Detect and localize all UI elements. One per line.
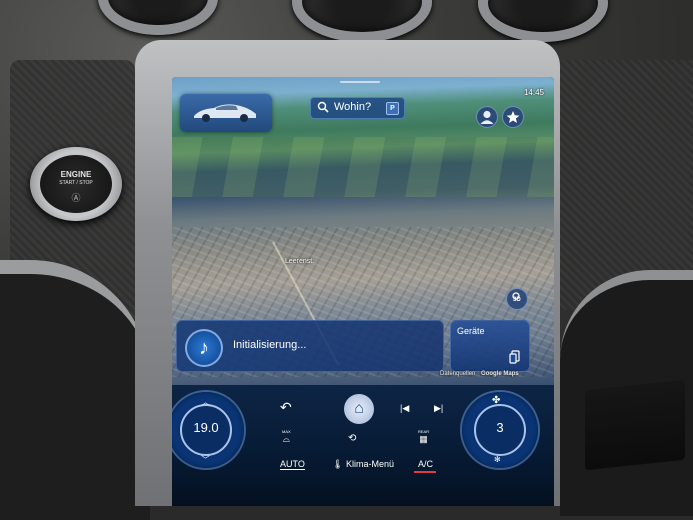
fan-low-icon: ✻ <box>494 455 501 464</box>
rear-defrost-button[interactable]: REAR ▦ <box>418 429 429 445</box>
parking-icon[interactable]: P <box>386 102 399 115</box>
map-attribution: Datenquellen Google Maps <box>440 371 519 377</box>
data-sources-label: Datenquellen <box>440 371 476 377</box>
devices-widget[interactable]: Geräte <box>450 320 530 372</box>
3d-view-button[interactable]: 3D <box>506 288 528 310</box>
favorites-star-icon <box>506 111 520 123</box>
music-note-icon: ♪ <box>185 329 223 367</box>
air-vent-left <box>98 0 218 35</box>
ac-active-indicator <box>414 471 436 473</box>
device-icon <box>509 350 520 364</box>
climate-menu-button[interactable]: 🌡 Klima-Menü <box>332 459 394 470</box>
start-stop-label: START / STOP <box>59 180 93 186</box>
engine-button-face[interactable]: ENGINE START / STOP Ⓐ <box>40 155 112 213</box>
auto-start-stop-icon: Ⓐ <box>71 193 81 203</box>
front-defrost-button[interactable]: MAX ⌓ <box>282 429 291 445</box>
clock: 14:45 <box>523 88 544 97</box>
map-fields <box>172 137 554 197</box>
temperature-dial[interactable]: ︿ 19.0 ﹀ <box>172 392 244 468</box>
profile-icon <box>480 110 494 124</box>
ac-button[interactable]: A/C <box>418 459 433 469</box>
infotainment-screen: Leerenst. 14:45 Wohin? P 3D ♪ Initialisi… <box>172 77 554 506</box>
back-icon[interactable]: ↶ <box>280 399 292 416</box>
chevron-down-icon[interactable]: ﹀ <box>201 453 210 466</box>
vehicle-status-tile[interactable] <box>180 94 272 132</box>
engine-label: ENGINE <box>60 170 92 179</box>
top-handle[interactable] <box>340 81 380 83</box>
search-label: Wohin? <box>334 101 372 113</box>
air-vent-center <box>292 0 432 42</box>
chevron-up-icon[interactable]: ︿ <box>201 395 210 408</box>
fan-speed-dial[interactable]: ✤ 3 ✻ <box>462 392 538 468</box>
climate-menu-label: Klima-Menü <box>345 459 394 469</box>
search-icon <box>317 101 329 113</box>
engine-start-stop-button[interactable]: ENGINE START / STOP Ⓐ <box>30 147 122 221</box>
street-label: Leerenst. <box>285 258 315 265</box>
home-icon: ⌂ <box>354 400 364 417</box>
destination-search-button[interactable]: Wohin? P <box>310 97 405 119</box>
profile-button[interactable] <box>476 106 498 128</box>
car-icon <box>194 104 256 122</box>
home-button[interactable]: ⌂ <box>344 394 374 424</box>
media-widget[interactable]: ♪ Initialisierung... <box>176 320 444 372</box>
front-defrost-icon: ⌓ <box>282 434 290 444</box>
rear-defrost-icon: ▦ <box>419 434 428 444</box>
fan-icon: ✤ <box>492 395 501 406</box>
map-provider-logo: Google Maps <box>481 371 519 377</box>
3d-label: 3D <box>513 297 521 303</box>
recirculation-icon: ⟲ <box>348 433 357 444</box>
temperature-value: 19.0 <box>193 420 219 435</box>
devices-label: Geräte <box>457 326 485 336</box>
air-vent-right <box>478 0 608 42</box>
climate-bar: ︿ 19.0 ﹀ ↶ ⌂ |◀ ▶| MAX ⌓ ⟲ REAR ▦ AUTO 🌡… <box>172 385 554 506</box>
recirculation-button[interactable]: ⟲ <box>348 433 356 444</box>
next-track-icon[interactable]: ▶| <box>434 403 443 414</box>
previous-track-icon[interactable]: |◀ <box>400 403 409 414</box>
thermometer-icon: 🌡 <box>332 459 344 469</box>
media-status: Initialisierung... <box>233 339 307 351</box>
favorites-button[interactable] <box>502 106 524 128</box>
fan-level-value: 3 <box>496 420 504 435</box>
phone-tray <box>585 379 685 471</box>
auto-climate-button[interactable]: AUTO <box>280 459 305 470</box>
